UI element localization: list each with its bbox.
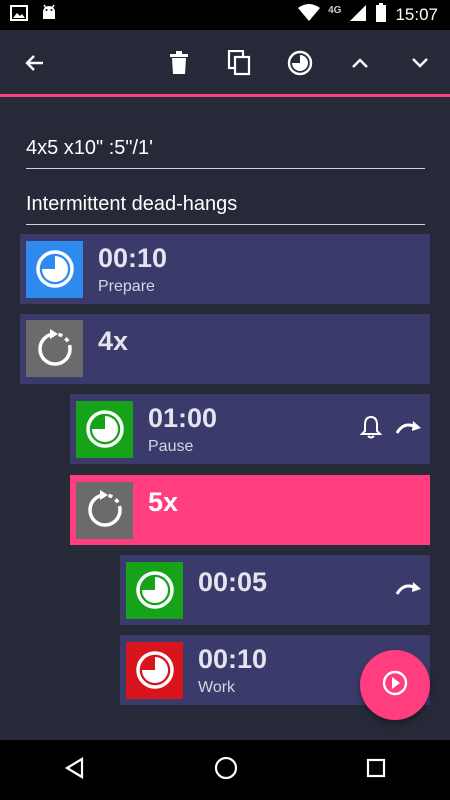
battery-icon: [375, 2, 387, 28]
list-item-repeat-5x[interactable]: 5x: [70, 475, 430, 545]
repeat-icon: [76, 481, 133, 539]
list-item-pause[interactable]: 01:00 Pause: [70, 394, 430, 464]
list-item-hang[interactable]: 00:05: [120, 555, 430, 625]
play-button[interactable]: [360, 650, 430, 720]
timer-icon: [26, 240, 83, 298]
item-label: Prepare: [98, 277, 155, 295]
item-label: Work: [198, 678, 236, 696]
list-item-repeat-4x[interactable]: 4x: [20, 314, 430, 384]
network-type: 4G: [328, 4, 342, 16]
recents-icon[interactable]: [366, 758, 386, 783]
back-arrow-icon[interactable]: [20, 48, 50, 78]
timer-icon[interactable]: [285, 48, 315, 78]
copy-icon[interactable]: [224, 48, 254, 78]
chevron-up-icon[interactable]: [345, 48, 375, 78]
timer-icon: [126, 641, 183, 699]
wifi-icon: [298, 3, 321, 27]
timer-icon: [126, 561, 183, 619]
android-notification-icon: [40, 4, 58, 27]
image-notification-icon: [10, 4, 28, 26]
clock: 15:07: [395, 5, 438, 24]
play-icon: [382, 670, 408, 701]
description-field[interactable]: Intermittent dead-hangs: [26, 193, 425, 225]
item-repeat-count: 5x: [148, 487, 179, 517]
back-icon[interactable]: [64, 756, 86, 784]
item-duration: 01:00: [148, 402, 218, 433]
item-repeat-count: 4x: [98, 326, 129, 356]
delete-icon[interactable]: [164, 48, 194, 78]
skip-icon: [394, 579, 422, 602]
repeat-icon: [26, 320, 83, 377]
item-duration: 00:05: [198, 567, 268, 597]
chevron-down-icon[interactable]: [405, 48, 435, 78]
signal-icon: [349, 4, 367, 27]
navigation-bar: [0, 740, 450, 800]
toolbar: [0, 30, 450, 97]
skip-icon: [394, 418, 422, 441]
item-duration: 00:10: [198, 643, 268, 674]
name-field-value: 4x5 x10" :5"/1': [26, 137, 153, 159]
home-icon[interactable]: [214, 756, 238, 785]
item-duration: 00:10: [98, 242, 168, 273]
list-item-prepare[interactable]: 00:10 Prepare: [20, 234, 430, 304]
name-field[interactable]: 4x5 x10" :5"/1': [26, 137, 425, 169]
bell-icon: [359, 415, 383, 444]
toolbar-accent-line: [0, 94, 450, 97]
status-bar: 4G 15:07: [0, 0, 450, 30]
item-label: Pause: [148, 437, 194, 455]
timer-icon: [76, 400, 133, 458]
description-field-value: Intermittent dead-hangs: [26, 193, 238, 215]
